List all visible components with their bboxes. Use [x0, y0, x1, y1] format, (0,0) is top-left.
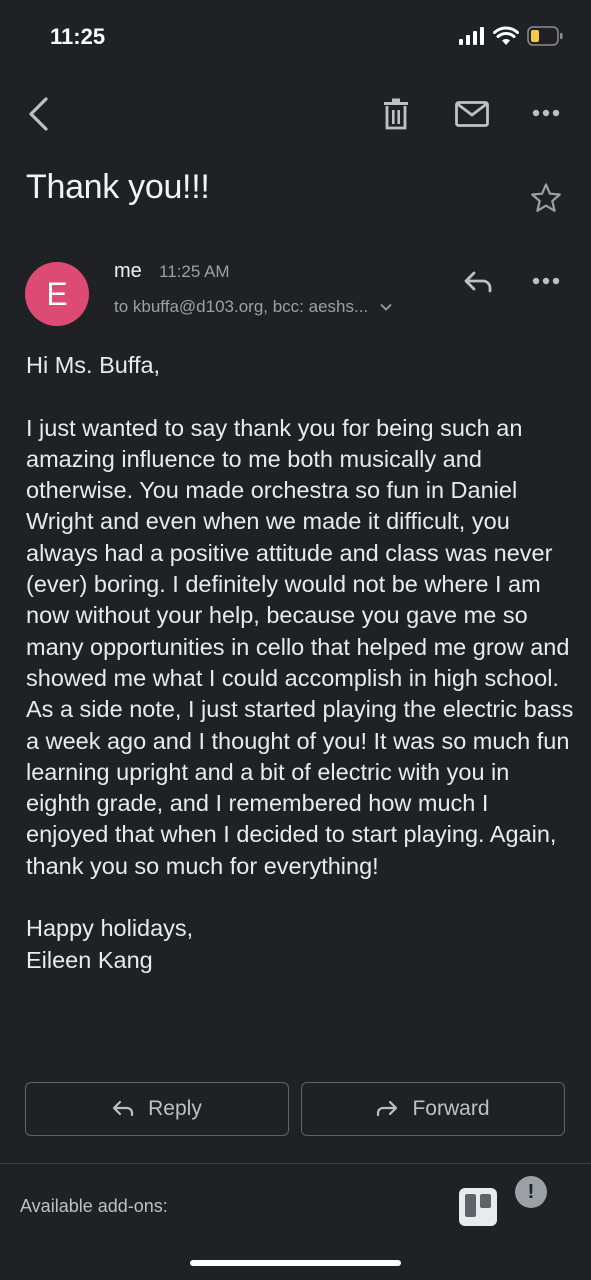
body-greeting: Hi Ms. Buffa,: [26, 352, 161, 378]
status-icons: [459, 26, 563, 46]
more-horizontal-icon: [532, 109, 560, 117]
body-paragraph: I just wanted to say thank you for being…: [26, 414, 574, 879]
email-body: Hi Ms. Buffa, I just wanted to say thank…: [26, 350, 576, 976]
email-screen: 11:25 Thank you!!! E me 11:25 AM to kbuf…: [0, 0, 591, 1280]
chevron-down-icon: [380, 303, 392, 311]
mark-unread-button[interactable]: [450, 94, 494, 134]
trash-icon: [384, 98, 408, 130]
forward-button[interactable]: Forward: [301, 1082, 565, 1136]
body-signature: Eileen Kang: [26, 946, 153, 973]
alert-icon[interactable]: !: [515, 1176, 547, 1208]
more-options-button[interactable]: [526, 98, 566, 128]
sender-name: me: [114, 260, 142, 282]
reply-button[interactable]: Reply: [25, 1082, 289, 1136]
trello-addon-icon[interactable]: [459, 1188, 497, 1226]
chevron-left-icon: [29, 97, 48, 131]
addons-label: Available add-ons:: [20, 1196, 168, 1216]
avatar[interactable]: E: [25, 262, 89, 326]
body-closing: Happy holidays,: [26, 915, 194, 942]
signal-icon: [459, 27, 484, 45]
more-horizontal-icon: [532, 277, 560, 285]
star-icon: [531, 183, 561, 212]
reply-label: Reply: [148, 1097, 202, 1120]
home-indicator[interactable]: [190, 1260, 401, 1266]
recipients-text: to kbuffa@d103.org, bcc: aeshs...: [114, 297, 369, 316]
reply-icon: [113, 1100, 134, 1117]
wifi-icon: [493, 26, 519, 45]
email-subject: Thank you!!!: [26, 168, 210, 206]
delete-button[interactable]: [376, 94, 416, 134]
sent-time: 11:25 AM: [159, 262, 230, 281]
forward-icon: [377, 1100, 398, 1117]
mail-icon: [455, 101, 489, 127]
status-time: 11:25: [50, 24, 106, 49]
star-button[interactable]: [526, 178, 566, 218]
message-more-button[interactable]: [526, 266, 566, 296]
divider: [0, 1163, 591, 1164]
reply-icon: [464, 271, 492, 293]
quick-reply-button[interactable]: [458, 264, 498, 300]
battery-icon: [527, 26, 563, 46]
forward-label: Forward: [412, 1097, 490, 1120]
back-button[interactable]: [18, 92, 58, 136]
recipients-toggle[interactable]: to kbuffa@d103.org, bcc: aeshs...: [114, 297, 392, 317]
